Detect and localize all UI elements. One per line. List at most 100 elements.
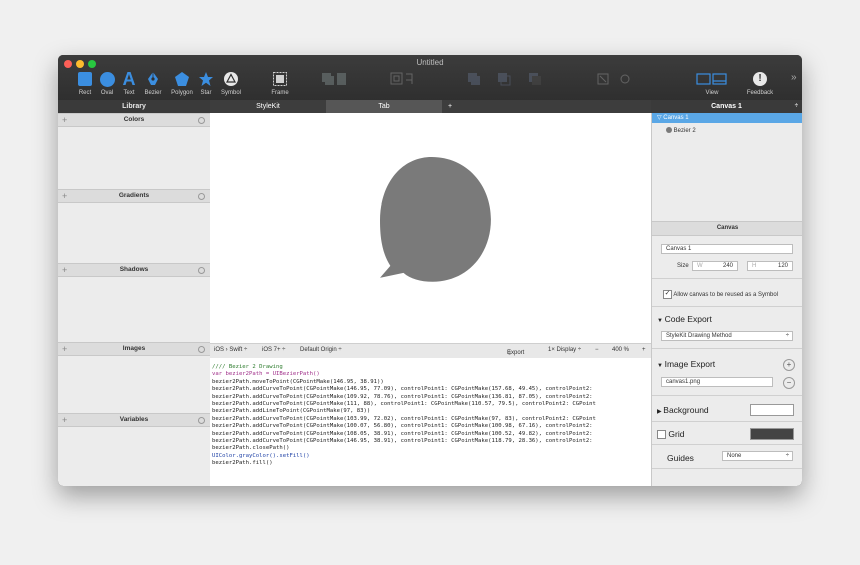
code-export-header[interactable]: ▼ Code Export (657, 314, 802, 324)
images-section-header[interactable]: + Images (58, 342, 210, 356)
arrange-icon (322, 73, 346, 85)
tree-item-canvas[interactable]: ▽ Canvas 1 (652, 113, 802, 123)
code-line: bezier2Path.fill() (212, 460, 273, 467)
group-tools[interactable] (316, 70, 352, 88)
tool-bezier[interactable]: Bezier (141, 70, 165, 96)
grid-color-well[interactable] (750, 428, 794, 440)
canvas-section-header: Canvas (652, 221, 802, 236)
add-tab-button[interactable]: + (442, 100, 651, 113)
code-line: bezier2Path.addCurveToPoint(CGPointMake(… (212, 438, 593, 445)
add-export-icon[interactable]: + (783, 359, 795, 371)
flatten-icon (597, 73, 630, 85)
tool-text[interactable]: A Text (118, 70, 140, 96)
shadows-section-header[interactable]: + Shadows (58, 263, 210, 277)
boolean-ops-icon (468, 73, 541, 86)
code-line: bezier2Path.addCurveToPoint(CGPointMake(… (212, 423, 593, 430)
variables-options-icon[interactable] (198, 417, 205, 424)
code-line: var bezier2Path = UIBezierPath() (212, 371, 320, 378)
tab-tab[interactable]: Tab (326, 100, 442, 113)
zoom-in-button[interactable]: + (642, 347, 646, 353)
display-select[interactable]: 1× Display ÷ (548, 347, 581, 353)
variables-section-header[interactable]: + Variables (58, 413, 210, 427)
add-gradient-icon[interactable]: + (62, 190, 67, 202)
text-icon: A (122, 69, 136, 89)
tool-oval[interactable]: Oval (96, 70, 118, 96)
transform-tools[interactable] (384, 70, 420, 88)
code-line: bezier2Path.addCurveToPoint(CGPointMake(… (212, 415, 596, 422)
divider (652, 444, 802, 445)
boolean-tools[interactable] (458, 70, 558, 88)
checkbox-icon (657, 430, 666, 440)
image-export-filename[interactable]: canvas1.png (661, 377, 773, 387)
toolbar: Untitled Rect Oval A Text Bezier Polygon… (58, 55, 802, 100)
symbol-icon (224, 72, 238, 86)
gradients-options-icon[interactable] (198, 193, 205, 200)
divider (652, 421, 802, 422)
code-line: bezier2Path.addCurveToPoint(CGPointMake(… (212, 430, 593, 437)
tool-frame[interactable]: Frame (266, 70, 294, 96)
tree-item-bezier[interactable]: Bezier 2 (652, 126, 802, 136)
divider (652, 468, 802, 469)
polygon-icon (175, 72, 189, 86)
select-arrows-icon: ÷ (785, 453, 789, 459)
disclosure-down-icon: ▼ (657, 318, 665, 324)
window-title: Untitled (416, 58, 444, 67)
background-color-well[interactable] (750, 404, 794, 416)
code-export-select[interactable]: StyleKit Drawing Method ÷ (661, 331, 793, 341)
canvas-name-field[interactable]: Canvas 1 (661, 244, 793, 254)
origin-select[interactable]: Default Origin ÷ (300, 347, 342, 353)
inspector-menu-icon[interactable]: ÷ (795, 100, 798, 113)
select-arrows-icon: ÷ (785, 333, 789, 339)
inspector-panel: ▽ Canvas 1 Bezier 2 Canvas Canvas 1 Size… (651, 113, 802, 486)
tool-symbol[interactable]: Symbol (218, 70, 244, 96)
image-export-header[interactable]: ▼ Image Export (657, 359, 802, 369)
rectangle-icon (78, 72, 92, 86)
reuse-symbol-checkbox[interactable]: ✓ Allow canvas to be reused as a Symbol (663, 290, 799, 299)
bezier-shape-icon (666, 127, 672, 134)
code-line: bezier2Path.addCurveToPoint(CGPointMake(… (212, 386, 593, 393)
divider (652, 306, 802, 307)
flatten-tools[interactable] (590, 70, 640, 88)
divider (652, 278, 802, 279)
gradients-section-header[interactable]: + Gradients (58, 189, 210, 203)
disclosure-down-icon: ▼ (657, 363, 665, 369)
library-header: Library (58, 100, 210, 113)
feedback-button[interactable]: ! Feedback (742, 70, 778, 96)
add-color-icon[interactable]: + (62, 114, 67, 126)
language-select[interactable]: iOS › Swift ÷ (214, 347, 247, 353)
zoom-level: 400 % (612, 347, 630, 353)
guides-select[interactable]: None ÷ (722, 451, 793, 461)
library-panel: + Colors + Gradients + Shadows + Images + Var… (58, 113, 210, 486)
add-variable-icon[interactable]: + (62, 414, 67, 426)
code-line: bezier2Path.addCurveToPoint(CGPointMake(… (212, 393, 593, 400)
tab-stylekit[interactable]: StyleKit (210, 100, 326, 113)
inspector-title[interactable]: Canvas 1 ÷ (651, 100, 802, 113)
code-view[interactable]: //// Bezier 2 Drawing var bezier2Path = U… (210, 358, 651, 486)
images-options-icon[interactable] (198, 346, 205, 353)
height-field[interactable]: H 120 (747, 261, 793, 271)
add-shadow-icon[interactable]: + (62, 264, 67, 276)
code-line: UIColor.grayColor().setFill() (212, 452, 310, 459)
checkmark-icon: ✓ (663, 290, 672, 299)
drawing-canvas[interactable] (210, 113, 651, 343)
colors-options-icon[interactable] (198, 117, 205, 124)
speech-bubble-shape[interactable] (374, 157, 500, 283)
tool-polygon[interactable]: Polygon (168, 70, 196, 96)
code-line: bezier2Path.closePath() (212, 445, 290, 452)
transform-icon (390, 72, 413, 85)
view-button[interactable]: View (694, 70, 730, 96)
add-image-icon[interactable]: + (62, 343, 67, 355)
tool-star[interactable]: Star (196, 70, 216, 96)
feedback-icon: ! (753, 72, 767, 86)
zoom-out-button[interactable]: − (595, 347, 599, 353)
colors-section-header[interactable]: + Colors (58, 113, 210, 127)
shadows-options-icon[interactable] (198, 267, 205, 274)
tool-rect[interactable]: Rect (74, 70, 96, 96)
toolbar-overflow-icon[interactable]: » (791, 72, 797, 83)
ios-version-select[interactable]: iOS 7+ ÷ (262, 347, 285, 353)
remove-export-icon[interactable]: − (783, 377, 795, 389)
width-field[interactable]: W 240 (692, 261, 738, 271)
frame-icon (273, 72, 287, 86)
oval-icon (99, 71, 115, 87)
disclosure-icon: ▽ (657, 115, 664, 121)
